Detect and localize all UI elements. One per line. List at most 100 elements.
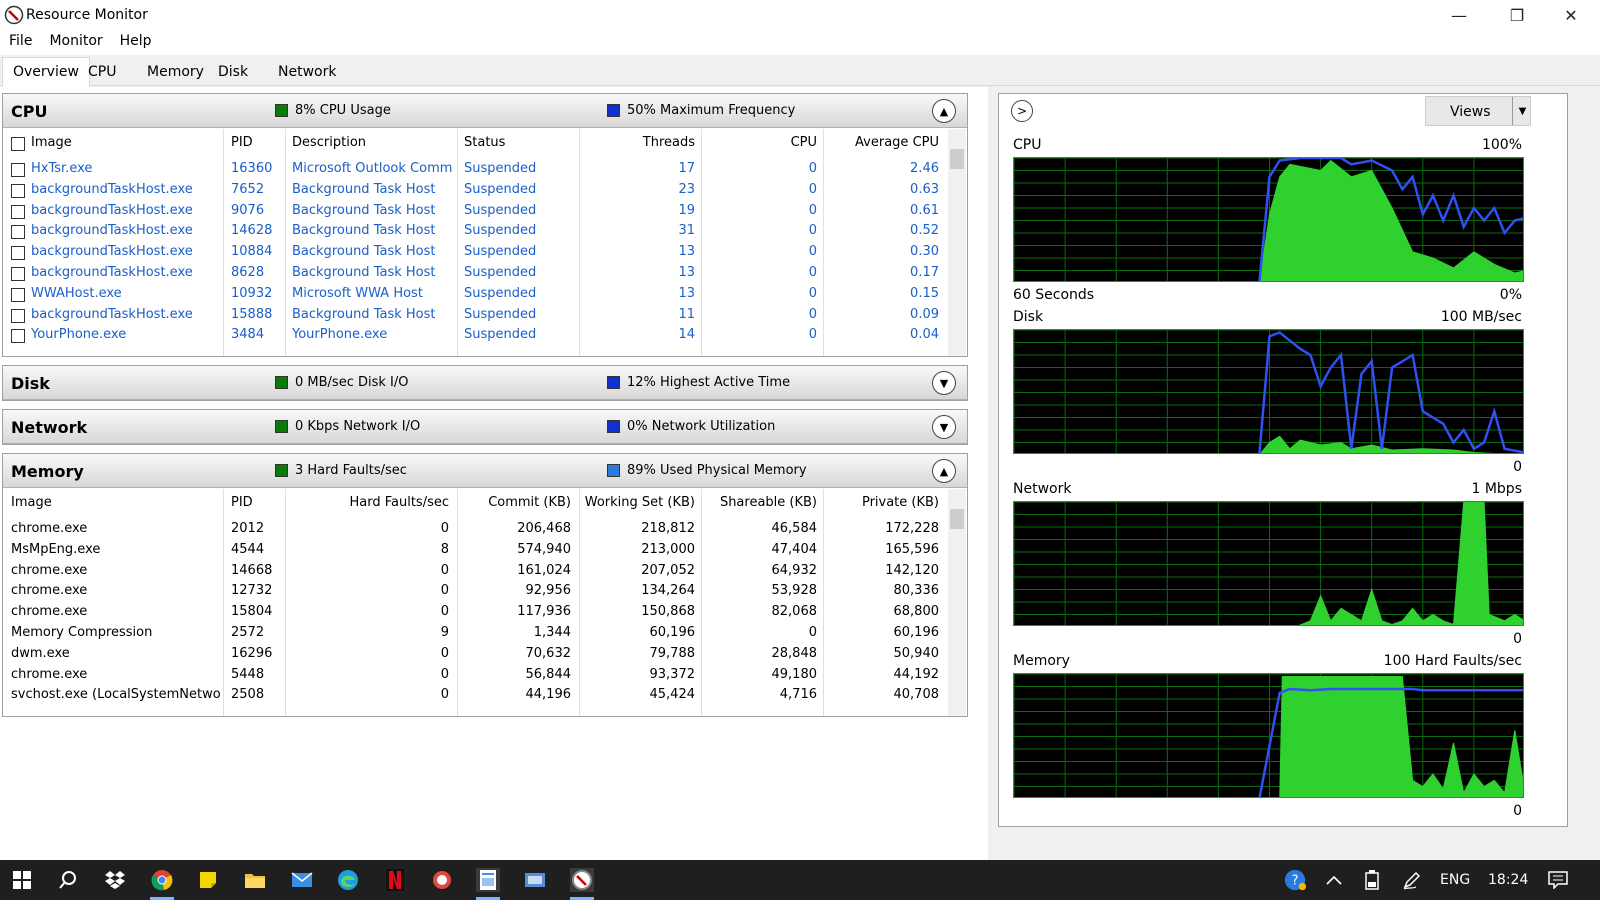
network-graph	[1013, 501, 1524, 626]
column-divider	[701, 489, 702, 716]
row-checkbox[interactable]	[11, 225, 25, 240]
column-divider	[823, 489, 824, 716]
file-explorer-icon[interactable]	[243, 868, 267, 892]
table-row[interactable]: Memory Compression 2572 9 1,344 60,196 0 60,19…	[3, 623, 948, 644]
network-graph-title: Network	[1013, 481, 1072, 497]
edge-icon[interactable]	[336, 868, 360, 892]
network-section-header[interactable]: Network 0 Kbps Network I/O 0% Network Ut…	[3, 410, 967, 444]
table-row[interactable]: backgroundTaskHost.exe 8628 Background Tas…	[3, 263, 948, 284]
disk-section-header[interactable]: Disk 0 MB/sec Disk I/O 12% Highest Activ…	[3, 366, 967, 400]
column-header-private[interactable]: Private (KB)	[823, 495, 939, 510]
graph-pane-scrollbar[interactable]	[1570, 93, 1588, 851]
table-row[interactable]: chrome.exe 2012 0 206,468 218,812 46,584 172,2…	[3, 519, 948, 540]
column-header-threads[interactable]: Threads	[583, 135, 695, 150]
table-cell: 7652	[231, 181, 265, 197]
restore-button[interactable]: ❐	[1488, 0, 1546, 31]
table-row[interactable]: chrome.exe 12732 0 92,956 134,264 53,928 80,33…	[3, 581, 948, 602]
row-checkbox[interactable]	[11, 183, 25, 198]
row-checkbox[interactable]	[11, 204, 25, 219]
minimize-button[interactable]: —	[1430, 0, 1488, 31]
table-row[interactable]: backgroundTaskHost.exe 7652 Background Tas…	[3, 180, 948, 201]
snip-icon[interactable]	[430, 868, 454, 892]
tab-memory[interactable]: Memory	[137, 60, 214, 86]
column-header-status[interactable]: Status	[464, 135, 505, 150]
chevron-right-icon[interactable]: >	[1011, 100, 1033, 122]
table-row[interactable]: chrome.exe 15804 0 117,936 150,868 82,068 68,8…	[3, 602, 948, 623]
column-header-commit[interactable]: Commit (KB)	[463, 495, 571, 510]
chevron-up-icon[interactable]	[1322, 868, 1346, 892]
menu-file[interactable]: File	[0, 31, 40, 55]
battery-icon[interactable]	[1360, 868, 1384, 892]
clock[interactable]: 18:24	[1488, 872, 1528, 888]
table-cell: 31	[678, 223, 695, 239]
table-row[interactable]: chrome.exe 5448 0 56,844 93,372 49,180 44,192	[3, 665, 948, 686]
hard-faults-stat: 3 Hard Faults/sec	[295, 463, 407, 478]
cpu-table-scrollbar[interactable]	[948, 129, 966, 356]
sticky-notes-icon[interactable]	[196, 868, 220, 892]
column-header-pid[interactable]: PID	[231, 495, 253, 510]
column-header-description[interactable]: Description	[292, 135, 366, 150]
collapse-icon[interactable]: ▲	[932, 459, 956, 483]
table-row[interactable]: backgroundTaskHost.exe 9076 Background Tas…	[3, 201, 948, 222]
search-icon[interactable]	[56, 868, 80, 892]
column-header-shareable[interactable]: Shareable (KB)	[703, 495, 817, 510]
row-checkbox[interactable]	[11, 308, 25, 323]
table-cell: 5448	[231, 666, 265, 682]
column-header-image[interactable]: Image	[11, 495, 52, 510]
column-header-working-set[interactable]: Working Set (KB)	[583, 495, 695, 510]
close-button[interactable]: ✕	[1542, 0, 1600, 31]
select-all-checkbox[interactable]	[11, 137, 25, 151]
table-cell: backgroundTaskHost.exe	[31, 265, 193, 280]
language-indicator[interactable]: ENG	[1440, 872, 1470, 888]
row-checkbox[interactable]	[11, 287, 25, 302]
table-cell: Suspended	[464, 181, 537, 197]
collapse-icon[interactable]: ▲	[932, 99, 956, 123]
windows-start-icon[interactable]	[10, 868, 34, 892]
resource-monitor-taskbar-icon[interactable]	[570, 868, 594, 892]
table-row[interactable]: dwm.exe 16296 0 70,632 79,788 28,848 50,940	[3, 644, 948, 665]
table-row[interactable]: WWAHost.exe 10932 Microsoft WWA Host Suspen…	[3, 284, 948, 305]
table-row[interactable]: chrome.exe 14668 0 161,024 207,052 64,932 142,…	[3, 561, 948, 582]
table-row[interactable]: YourPhone.exe 3484 YourPhone.exe Suspended 1…	[3, 325, 948, 346]
menu-help[interactable]: Help	[111, 31, 160, 55]
column-header-pid[interactable]: PID	[231, 135, 253, 150]
column-header-image[interactable]: Image	[31, 135, 72, 150]
column-header-hard-faults[interactable]: Hard Faults/sec	[293, 495, 449, 510]
memory-table-scrollbar[interactable]	[948, 489, 966, 716]
table-row[interactable]: HxTsr.exe 16360 Microsoft Outlook Comm... S…	[3, 159, 948, 180]
table-cell: Background Task Host	[292, 265, 436, 280]
cpu-section-header[interactable]: CPU 8% CPU Usage 50% Maximum Frequency ▲	[3, 94, 967, 128]
mail-icon[interactable]	[290, 868, 314, 892]
cpu-graph-time: 60 Seconds	[1013, 287, 1095, 303]
row-checkbox[interactable]	[11, 329, 25, 344]
table-row[interactable]: MsMpEng.exe 4544 8 574,940 213,000 47,404 165,…	[3, 540, 948, 561]
expand-icon[interactable]: ▼	[932, 371, 956, 395]
expand-icon[interactable]: ▼	[932, 415, 956, 439]
dropbox-icon[interactable]	[103, 868, 127, 892]
tab-overview[interactable]: Overview	[2, 57, 90, 87]
table-row[interactable]: backgroundTaskHost.exe 14628 Background Ta…	[3, 221, 948, 242]
table-cell: 15804	[231, 604, 273, 620]
tab-disk[interactable]: Disk	[208, 60, 258, 86]
chrome-icon[interactable]	[150, 868, 174, 892]
notifications-icon[interactable]	[1546, 868, 1570, 892]
row-checkbox[interactable]	[11, 267, 25, 281]
column-header-average-cpu[interactable]: Average CPU	[823, 135, 939, 150]
netflix-icon[interactable]	[383, 868, 407, 892]
row-checkbox[interactable]	[11, 163, 25, 177]
menu-monitor[interactable]: Monitor	[40, 31, 110, 55]
help-icon[interactable]: ?	[1283, 868, 1307, 892]
column-header-cpu[interactable]: CPU	[703, 135, 817, 150]
views-button[interactable]: Views ▼	[1425, 96, 1531, 126]
table-cell: 9	[440, 625, 449, 640]
control-panel-icon[interactable]	[523, 868, 547, 892]
table-row[interactable]: svchost.exe (LocalSystemNetworkR... 2508 0…	[3, 685, 948, 706]
row-checkbox[interactable]	[11, 246, 25, 261]
document-viewer-icon[interactable]	[476, 868, 500, 892]
tab-network[interactable]: Network	[268, 60, 346, 86]
table-row[interactable]: backgroundTaskHost.exe 15888 Background Ta…	[3, 305, 948, 326]
tab-cpu[interactable]: CPU	[78, 60, 126, 86]
table-row[interactable]: backgroundTaskHost.exe 10884 Background Ta…	[3, 242, 948, 263]
pen-icon[interactable]	[1400, 868, 1424, 892]
memory-section-header[interactable]: Memory 3 Hard Faults/sec 89% Used Physic…	[3, 454, 967, 488]
